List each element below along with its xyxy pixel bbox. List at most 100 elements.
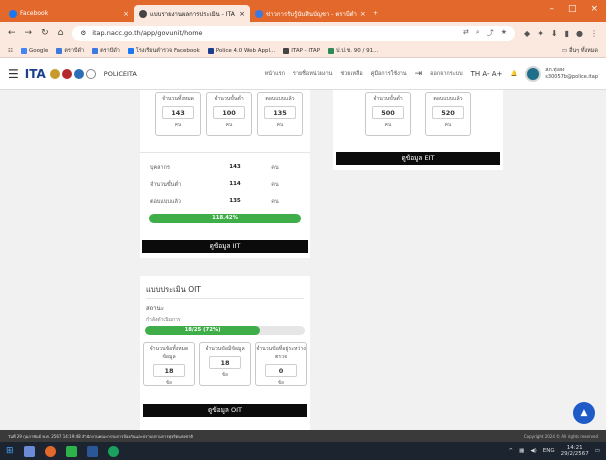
tab-ita-report[interactable]: แบบรายงานผลการประเมิน - ITA × <box>134 5 250 22</box>
close-icon[interactable]: × <box>123 10 129 18</box>
notification-icon[interactable]: ▭ <box>595 448 600 454</box>
profile-icon[interactable]: ● <box>576 29 583 38</box>
nav-manual[interactable]: คู่มือการใช้งาน <box>371 70 407 78</box>
translate-icon[interactable]: ⇄ <box>463 28 469 38</box>
oit-stat-total: จำนวนข้อทั้งหมดข้อมูล 18 ข้อ <box>143 342 195 386</box>
share-icon[interactable]: ⤴ <box>487 28 494 38</box>
line-icon[interactable] <box>65 445 77 457</box>
close-window-icon[interactable]: × <box>590 4 598 14</box>
view-iit-button[interactable]: ดูข้อมูล IIT <box>142 240 308 253</box>
seal-icon <box>73 68 84 79</box>
oit-card: แบบประเมิน OIT สถานะ กำลังดำเนินการ 18/2… <box>140 276 310 430</box>
iit-row-staff: บุคลากร 143 คน <box>150 164 279 171</box>
maximize-icon[interactable]: □ <box>568 4 577 14</box>
iit-progress-bar: 118.42% <box>149 214 301 223</box>
tab-news[interactable]: ข่าวการรับรู้นับสินบัญชา - ตราบีดำ × <box>250 5 368 22</box>
oit-progress-bar: 18/25 (72%) <box>145 326 305 335</box>
bookmark-police[interactable]: Police 4.0 Web Appl... <box>207 47 275 54</box>
bookmark-nacc[interactable]: ป.ป.ช. 90 / 91... <box>328 47 378 55</box>
network-icon[interactable]: ▦ <box>519 448 524 454</box>
logout-link[interactable]: ออกจากระบบ <box>430 70 462 78</box>
bookmark-facebook[interactable]: โรงเรียนตำรวจ Facebook <box>127 47 200 55</box>
footer-copyright: Copyright 2024 © All rights reserved <box>523 433 598 439</box>
zoom-icon[interactable]: ⌕ <box>476 28 480 38</box>
iit-stat-answered: ตอบแบบแล้ว 135 คน <box>257 92 303 136</box>
ita-icon <box>283 47 290 54</box>
extension-icon[interactable]: ◆ <box>524 29 530 38</box>
tab-title: แบบรายงานผลการประเมิน - ITA <box>150 10 235 18</box>
user-name: สภ.ทุ่งสง <box>545 66 565 73</box>
seal-icon <box>61 68 72 79</box>
oit-stat-review: จำนวนข้อที่อยู่ระหว่างตรวจ 0 ข้อ <box>255 342 307 386</box>
hamburger-menu-icon[interactable]: ☰ <box>8 67 19 81</box>
site-info-icon[interactable]: ⚙ <box>80 29 86 37</box>
sidepanel-icon[interactable]: ▮ <box>565 29 569 38</box>
forward-icon[interactable]: → <box>25 28 33 38</box>
chrome-icon[interactable] <box>44 445 56 457</box>
brand-name: POLICEITA <box>103 69 137 78</box>
view-eit-button[interactable]: ดูข้อมูล EIT <box>336 152 500 165</box>
scroll-to-top-button[interactable]: ▲ <box>573 402 595 424</box>
partner-logos <box>49 68 96 79</box>
window-controls: – □ × <box>541 4 606 18</box>
eit-card: จำนวนขั้นต่ำ 500 คน ตอบแบบแล้ว 520 คน ดู… <box>333 90 503 170</box>
divider <box>140 152 310 153</box>
seal-icon <box>49 68 60 79</box>
close-icon[interactable]: × <box>360 10 366 18</box>
back-icon[interactable]: ← <box>8 28 16 38</box>
bell-icon[interactable]: 🔔 <box>510 71 517 77</box>
main-nav: หน้าแรก รายชื่อหน่วยงาน ช่วยเหลือ คู่มือ… <box>265 65 598 82</box>
bookmark-all[interactable]: ▭ อื่นๆ ทั้งหมด <box>562 47 598 55</box>
menu-icon[interactable]: ⋮ <box>590 29 598 38</box>
windows-start-icon[interactable]: ⊞ <box>6 446 14 456</box>
user-menu[interactable]: สภ.ทุ่งสง s30057b@police.itap <box>525 65 598 82</box>
home-icon[interactable]: ⌂ <box>58 28 64 38</box>
word-icon[interactable] <box>86 445 98 457</box>
reload-icon[interactable]: ↻ <box>41 28 49 38</box>
clock[interactable]: 14:21 29/2/2567 <box>561 445 589 457</box>
tab-title: Facebook <box>20 10 49 17</box>
google-icon <box>20 47 27 54</box>
file-explorer-icon[interactable] <box>23 445 35 457</box>
iit-card: จำนวนทั้งหมด 143 คน จำนวนขั้นต่ำ 100 คน … <box>140 90 310 258</box>
oit-progress-fill: 18/25 (72%) <box>145 326 261 335</box>
volume-icon[interactable]: ◀) <box>530 448 536 454</box>
view-oit-button[interactable]: ดูข้อมูล OIT <box>143 404 307 417</box>
browser-tab-bar: Facebook × แบบรายงานผลการประเมิน - ITA ×… <box>0 0 606 22</box>
bookmark-google[interactable]: Google <box>20 47 48 54</box>
apps-icon[interactable]: ☷ <box>8 48 13 54</box>
iit-stat-total: จำนวนทั้งหมด 143 คน <box>155 92 201 136</box>
bookmark-itap[interactable]: ITAP - ITAP <box>283 47 320 54</box>
star-icon[interactable]: ★ <box>501 28 507 38</box>
oit-status-value: กำลังดำเนินการ <box>146 317 181 323</box>
ita-icon <box>139 9 147 18</box>
globe-icon <box>255 9 263 18</box>
nav-help[interactable]: ช่วยเหลือ <box>340 70 362 78</box>
system-tray: ^ ▦ ◀) ENG 14:21 29/2/2567 ▭ <box>509 445 600 457</box>
chevron-up-icon[interactable]: ^ <box>509 448 514 454</box>
ita-logo: ITA <box>24 66 46 81</box>
puzzle-icon[interactable]: ✦ <box>537 29 544 38</box>
nav-home[interactable]: หน้าแรก <box>265 70 285 78</box>
bookmark-item[interactable]: ตราบีดำ <box>92 47 120 55</box>
police-icon <box>207 47 214 54</box>
iit-progress-fill: 118.42% <box>149 214 301 223</box>
logout-icon[interactable]: ⇥ <box>415 69 423 79</box>
minimize-icon[interactable]: – <box>549 4 554 14</box>
bookmarks-bar: ☷ Google ตราบีดำ ตราบีดำ โรงเรียนตำรวจ F… <box>0 44 606 58</box>
download-icon[interactable]: ⬇ <box>551 29 558 38</box>
font-size-controls[interactable]: TH A- A+ <box>471 70 503 78</box>
divider <box>146 298 304 299</box>
language-indicator[interactable]: ENG <box>543 448 555 454</box>
nacc-icon <box>328 47 335 54</box>
oit-status-label: สถานะ <box>146 305 164 312</box>
extensions-area: ◆ ✦ ⬇ ▮ ● ⋮ <box>524 29 598 38</box>
close-icon[interactable]: × <box>239 10 245 18</box>
tab-facebook[interactable]: Facebook × <box>4 5 134 22</box>
nav-agency-list[interactable]: รายชื่อหน่วยงาน <box>293 70 333 78</box>
url-input[interactable]: ⚙ itap.nacc.go.th/app/govunit/home ⇄ ⌕ ⤴… <box>72 25 516 41</box>
new-tab-button[interactable]: + <box>368 5 383 22</box>
bookmark-item[interactable]: ตราบีดำ <box>56 47 84 55</box>
app-icon[interactable] <box>107 445 119 457</box>
avatar <box>525 65 542 82</box>
